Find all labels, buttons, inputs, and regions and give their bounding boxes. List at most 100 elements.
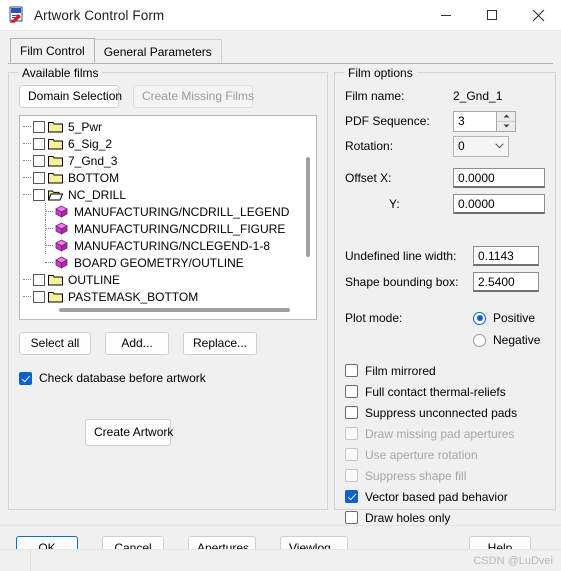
plot-mode-positive-radio[interactable]: [473, 311, 486, 325]
titlebar: Artwork Control Form: [0, 0, 561, 31]
close-button[interactable]: [515, 0, 561, 31]
tree-vertical-scrollbar[interactable]: [303, 119, 313, 303]
tree-connector-icon: [22, 152, 33, 169]
full-contact-thermal-reliefs-row[interactable]: Full contact thermal-reliefs: [345, 381, 545, 402]
film-mirrored-label: Film mirrored: [365, 363, 436, 378]
undefined-line-width-input[interactable]: 0.1143: [473, 246, 539, 266]
draw-missing-pad-apertures-row: Draw missing pad apertures: [345, 423, 545, 444]
tree-connector-icon: [22, 271, 33, 288]
tree-row[interactable]: 6_Sig_2: [22, 135, 300, 152]
add-button[interactable]: Add...: [105, 332, 169, 355]
tree-row-label: MANUFACTURING/NCDRILL_FIGURE: [74, 221, 286, 236]
check-database-row[interactable]: Check database before artwork: [19, 371, 317, 385]
tree-connector-icon: [22, 288, 33, 305]
tree-row[interactable]: MANUFACTURING/NCLEGEND-1-8: [22, 237, 300, 254]
tree-row[interactable]: 7_Gnd_3: [22, 152, 300, 169]
cube-icon: [55, 256, 68, 269]
offset-x-label: Offset X:: [345, 171, 392, 185]
tree-connector-icon: [44, 203, 55, 220]
shape-bounding-box-row: Shape bounding box: 2.5400: [345, 271, 545, 293]
films-action-buttons: Select all Add... Replace...: [19, 332, 317, 355]
rotation-select[interactable]: 0: [453, 135, 509, 157]
plot-mode-negative-option[interactable]: Negative: [473, 333, 540, 347]
tree-checkbox[interactable]: [33, 188, 45, 201]
plot-mode-label: Plot mode:: [345, 311, 403, 325]
film-mirrored-checkbox[interactable]: [345, 364, 358, 377]
tree-row[interactable]: PASTEMASK_BOTTOM: [22, 288, 300, 305]
undefined-line-width-label: Undefined line width:: [345, 249, 457, 263]
watermark: CSDN @LuDvei: [473, 555, 553, 567]
tree-checkbox[interactable]: [33, 171, 45, 184]
tree-connector-icon: [44, 237, 55, 254]
tree-row[interactable]: BOTTOM: [22, 169, 300, 186]
tree-checkbox[interactable]: [33, 154, 45, 167]
available-films-group: Available films Domain Selection Create …: [8, 66, 328, 510]
replace-button[interactable]: Replace...: [183, 332, 257, 355]
films-toolbar: Domain Selection Create Missing Films: [19, 85, 317, 108]
suppress-unconnected-pads-row[interactable]: Suppress unconnected pads: [345, 402, 545, 423]
tree-checkbox[interactable]: [33, 137, 45, 150]
tree-checkbox[interactable]: [33, 273, 45, 286]
pdf-sequence-spin-buttons[interactable]: [497, 110, 516, 132]
tree-connector-icon: [44, 254, 55, 271]
folder-icon: [48, 274, 63, 286]
minimize-button[interactable]: [423, 0, 469, 31]
offset-x-input[interactable]: 0.0000: [453, 168, 545, 188]
tree-row[interactable]: NC_DRILL: [22, 186, 300, 203]
tree-checkbox[interactable]: [33, 290, 45, 303]
full-contact-thermal-reliefs-checkbox[interactable]: [345, 385, 358, 398]
select-all-button[interactable]: Select all: [19, 332, 91, 355]
rotation-value: 0: [458, 139, 465, 153]
tab-panel-film-control: Available films Domain Selection Create …: [8, 63, 556, 525]
plot-mode-positive-option[interactable]: Positive: [473, 311, 535, 325]
folder-icon: [48, 172, 63, 184]
domain-selection-button[interactable]: Domain Selection: [19, 85, 122, 108]
vector-based-pad-behavior-checkbox[interactable]: [345, 490, 358, 503]
tree-row[interactable]: BOARD GEOMETRY/OUTLINE: [22, 254, 300, 271]
cube-icon: [55, 205, 68, 218]
films-tree-content: 5_Pwr 6_Sig_2 7_Gnd_3 BOTTOM NC_DRILL MA…: [22, 118, 300, 305]
offset-y-input[interactable]: 0.0000: [453, 194, 545, 214]
plot-mode-negative-radio[interactable]: [473, 333, 486, 347]
maximize-button[interactable]: [469, 0, 515, 31]
create-artwork-button[interactable]: Create Artwork: [85, 419, 173, 446]
tree-connector-icon: [22, 186, 33, 203]
check-database-checkbox[interactable]: [19, 371, 32, 385]
folder-open-icon: [48, 189, 63, 201]
pdf-sequence-stepper[interactable]: 3: [453, 110, 516, 132]
available-films-title: Available films: [18, 66, 103, 80]
pdf-sequence-input[interactable]: 3: [453, 110, 497, 132]
cube-icon: [55, 239, 68, 252]
tree-horizontal-scroll-thumb[interactable]: [59, 308, 290, 312]
suppress-unconnected-pads-label: Suppress unconnected pads: [365, 405, 518, 420]
tab-general-parameters-label: General Parameters: [103, 44, 212, 59]
tree-row[interactable]: 5_Pwr: [22, 118, 300, 135]
film-options-group: Film options Film name: 2_Gnd_1 PDF Sequ…: [334, 66, 556, 525]
rotation-label: Rotation:: [345, 139, 394, 153]
plot-mode-positive-label: Positive: [493, 311, 536, 325]
suppress-shape-fill-label: Suppress shape fill: [365, 468, 467, 483]
film-name-row: Film name: 2_Gnd_1: [345, 85, 545, 107]
tree-row-label: BOTTOM: [68, 170, 120, 185]
use-aperture-rotation-checkbox: [345, 448, 358, 461]
offset-y-row: Y: 0.0000: [345, 193, 545, 215]
tree-row[interactable]: OUTLINE: [22, 271, 300, 288]
tree-checkbox[interactable]: [33, 120, 45, 133]
tree-row[interactable]: MANUFACTURING/NCDRILL_LEGEND: [22, 203, 300, 220]
tree-horizontal-scrollbar[interactable]: [23, 305, 302, 315]
spin-up-button[interactable]: [497, 112, 515, 122]
use-aperture-rotation-label: Use aperture rotation: [365, 447, 478, 462]
films-tree[interactable]: 5_Pwr 6_Sig_2 7_Gnd_3 BOTTOM NC_DRILL MA…: [19, 115, 317, 320]
tree-row[interactable]: MANUFACTURING/NCDRILL_FIGURE: [22, 220, 300, 237]
tree-vertical-scroll-thumb[interactable]: [306, 157, 310, 257]
suppress-unconnected-pads-checkbox[interactable]: [345, 406, 358, 419]
film-mirrored-row[interactable]: Film mirrored: [345, 360, 545, 381]
shape-bounding-box-label: Shape bounding box:: [345, 275, 459, 289]
vector-based-pad-behavior-row[interactable]: Vector based pad behavior: [345, 486, 545, 507]
draw-holes-only-checkbox[interactable]: [345, 511, 358, 524]
shape-bounding-box-input[interactable]: 2.5400: [473, 272, 539, 292]
spin-down-button[interactable]: [497, 121, 515, 131]
plot-mode-negative-row: Negative: [345, 330, 545, 350]
tab-general-parameters[interactable]: General Parameters: [93, 39, 222, 63]
tab-film-control[interactable]: Film Control: [10, 38, 95, 63]
